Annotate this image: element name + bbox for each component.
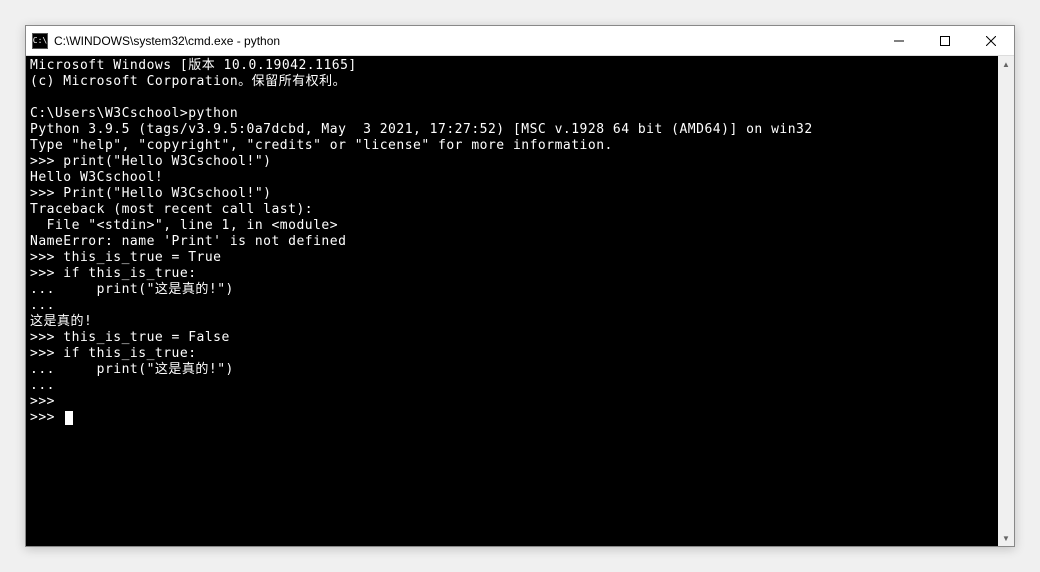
terminal-line: File "<stdin>", line 1, in <module> <box>30 218 994 234</box>
terminal-line: >>> print("Hello W3Cschool!") <box>30 154 994 170</box>
terminal-line: ... print("这是真的!") <box>30 362 994 378</box>
window-controls <box>876 26 1014 55</box>
window-title: C:\WINDOWS\system32\cmd.exe - python <box>54 34 876 48</box>
cmd-icon: C:\ <box>32 33 48 49</box>
terminal-line: 这是真的! <box>30 314 994 330</box>
terminal-line: >>> <box>30 410 994 426</box>
terminal-line: Type "help", "copyright", "credits" or "… <box>30 138 994 154</box>
vertical-scrollbar[interactable]: ▲ ▼ <box>998 56 1014 546</box>
titlebar[interactable]: C:\ C:\WINDOWS\system32\cmd.exe - python <box>26 26 1014 56</box>
cmd-window: C:\ C:\WINDOWS\system32\cmd.exe - python… <box>25 25 1015 547</box>
terminal-line: C:\Users\W3Cschool>python <box>30 106 994 122</box>
terminal-line: ... <box>30 378 994 394</box>
terminal-line: Hello W3Cschool! <box>30 170 994 186</box>
terminal-line: >>> if this_is_true: <box>30 266 994 282</box>
terminal-line: ... <box>30 298 994 314</box>
terminal-container: Microsoft Windows [版本 10.0.19042.1165](c… <box>26 56 1014 546</box>
terminal-line: Python 3.9.5 (tags/v3.9.5:0a7dcbd, May 3… <box>30 122 994 138</box>
maximize-button[interactable] <box>922 26 968 55</box>
terminal-line: NameError: name 'Print' is not defined <box>30 234 994 250</box>
terminal-line <box>30 90 994 106</box>
terminal-output[interactable]: Microsoft Windows [版本 10.0.19042.1165](c… <box>26 56 998 546</box>
terminal-line: Traceback (most recent call last): <box>30 202 994 218</box>
terminal-line: >>> this_is_true = True <box>30 250 994 266</box>
terminal-line: >>> if this_is_true: <box>30 346 994 362</box>
cursor <box>65 411 73 425</box>
scroll-down-arrow[interactable]: ▼ <box>998 530 1014 546</box>
terminal-line: ... print("这是真的!") <box>30 282 994 298</box>
close-button[interactable] <box>968 26 1014 55</box>
minimize-button[interactable] <box>876 26 922 55</box>
terminal-line: >>> Print("Hello W3Cschool!") <box>30 186 994 202</box>
scroll-up-arrow[interactable]: ▲ <box>998 56 1014 72</box>
terminal-line: >>> this_is_true = False <box>30 330 994 346</box>
terminal-line: (c) Microsoft Corporation。保留所有权利。 <box>30 74 994 90</box>
terminal-line: >>> <box>30 394 994 410</box>
terminal-line: Microsoft Windows [版本 10.0.19042.1165] <box>30 58 994 74</box>
